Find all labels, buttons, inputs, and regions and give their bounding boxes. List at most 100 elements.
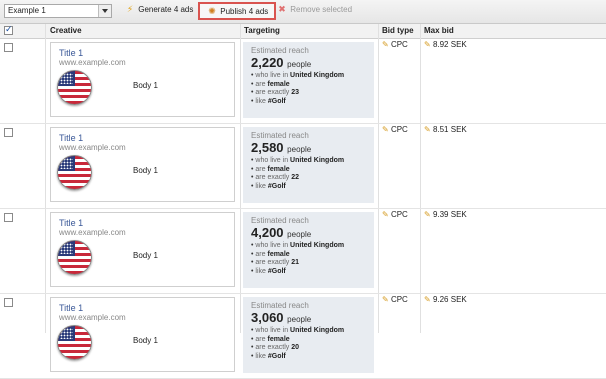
targeting-criteria-list: who live in United Kingdom are female ar… <box>251 242 344 276</box>
pencil-icon[interactable]: ✎ <box>382 40 389 49</box>
max-bid-cell[interactable]: ✎ 9.39 SEK <box>424 210 467 219</box>
ad-title[interactable]: Title 1 <box>59 48 83 58</box>
ad-creative[interactable]: Title 1 www.example.com Body 1 <box>50 212 235 287</box>
max-bid-value: 9.26 SEK <box>432 295 467 304</box>
example-select[interactable]: Example 1 <box>4 4 112 18</box>
ad-body: Body 1 <box>133 166 158 175</box>
targeting-location: who live in United Kingdom <box>251 72 344 81</box>
targeting-gender: are female <box>251 336 344 345</box>
ad-url: www.example.com <box>59 143 126 152</box>
estimated-reach-label: Estimated reach <box>251 301 309 310</box>
pencil-icon[interactable]: ✎ <box>382 210 389 219</box>
publish-ads-button[interactable]: ✺ Publish 4 ads <box>198 2 277 20</box>
targeting-gender: are female <box>251 166 344 175</box>
row-checkbox[interactable] <box>4 213 13 222</box>
estimated-reach-label: Estimated reach <box>251 131 309 140</box>
pencil-icon[interactable]: ✎ <box>424 210 431 219</box>
estimated-reach-value: 2,220 people <box>251 55 311 70</box>
ad-creative[interactable]: Title 1 www.example.com Body 1 <box>50 297 235 372</box>
targeting-criteria-list: who live in United Kingdom are female ar… <box>251 157 344 191</box>
pencil-icon[interactable]: ✎ <box>382 125 389 134</box>
targeting-interest: like #Golf <box>251 268 344 277</box>
targeting-interest: like #Golf <box>251 353 344 362</box>
bid-type-cell[interactable]: ✎ CPC <box>382 295 408 304</box>
max-bid-cell[interactable]: ✎ 8.51 SEK <box>424 125 467 134</box>
targeting-location: who live in United Kingdom <box>251 327 344 336</box>
ad-body: Body 1 <box>133 336 158 345</box>
column-header-creative: Creative <box>50 26 82 35</box>
generate-ads-label: Generate 4 ads <box>138 5 194 14</box>
targeting-panel: Estimated reach 2,580 people who live in… <box>243 127 374 203</box>
bid-type-cell[interactable]: ✎ CPC <box>382 125 408 134</box>
ad-title[interactable]: Title 1 <box>59 218 83 228</box>
ad-creative[interactable]: Title 1 www.example.com Body 1 <box>50 42 235 117</box>
reach-unit: people <box>287 145 312 154</box>
reach-number: 2,220 <box>251 55 284 70</box>
us-flag-image <box>57 70 92 105</box>
close-icon: ✖ <box>278 4 286 14</box>
reach-number: 4,200 <box>251 225 284 240</box>
pencil-icon[interactable]: ✎ <box>424 295 431 304</box>
select-all-checkbox[interactable] <box>4 24 13 35</box>
row-checkbox[interactable] <box>4 43 13 52</box>
targeting-panel: Estimated reach 4,200 people who live in… <box>243 212 374 288</box>
targeting-age: are exactly 23 <box>251 89 344 98</box>
estimated-reach-label: Estimated reach <box>251 216 309 225</box>
pencil-icon[interactable]: ✎ <box>424 125 431 134</box>
table-row: Title 1 www.example.com Body 1 Estimated… <box>0 294 606 379</box>
pencil-icon[interactable]: ✎ <box>424 40 431 49</box>
reach-unit: people <box>287 60 312 69</box>
bid-type-cell[interactable]: ✎ CPC <box>382 40 408 49</box>
ad-body: Body 1 <box>133 81 158 90</box>
ad-url: www.example.com <box>59 58 126 67</box>
estimated-reach-value: 4,200 people <box>251 225 311 240</box>
targeting-panel: Estimated reach 3,060 people who live in… <box>243 297 374 373</box>
estimated-reach-label: Estimated reach <box>251 46 309 55</box>
targeting-gender: are female <box>251 81 344 90</box>
us-flag-image <box>57 240 92 275</box>
table-row: Title 1 www.example.com Body 1 Estimated… <box>0 209 606 294</box>
estimated-reach-value: 3,060 people <box>251 310 311 325</box>
bid-type-value: CPC <box>390 295 408 304</box>
us-flag-image <box>57 325 92 360</box>
toolbar: Example 1 ⚡ Generate 4 ads ✺ Publish 4 a… <box>0 0 606 24</box>
targeting-panel: Estimated reach 2,220 people who live in… <box>243 42 374 118</box>
reach-number: 2,580 <box>251 140 284 155</box>
ad-creative[interactable]: Title 1 www.example.com Body 1 <box>50 127 235 202</box>
row-checkbox[interactable] <box>4 298 13 307</box>
ad-url: www.example.com <box>59 313 126 322</box>
publish-icon: ✺ <box>208 6 216 16</box>
targeting-location: who live in United Kingdom <box>251 242 344 251</box>
targeting-gender: are female <box>251 251 344 260</box>
example-select-value: Example 1 <box>8 6 46 15</box>
table-row: Title 1 www.example.com Body 1 Estimated… <box>0 39 606 124</box>
bid-type-cell[interactable]: ✎ CPC <box>382 210 408 219</box>
lightning-icon: ⚡ <box>126 4 134 14</box>
max-bid-value: 8.51 SEK <box>432 125 467 134</box>
targeting-interest: like #Golf <box>251 183 344 192</box>
targeting-location: who live in United Kingdom <box>251 157 344 166</box>
ad-title[interactable]: Title 1 <box>59 303 83 313</box>
bid-type-value: CPC <box>390 40 408 49</box>
chevron-down-icon[interactable] <box>98 5 111 17</box>
ad-url: www.example.com <box>59 228 126 237</box>
bid-type-value: CPC <box>390 125 408 134</box>
max-bid-cell[interactable]: ✎ 9.26 SEK <box>424 295 467 304</box>
targeting-age: are exactly 20 <box>251 344 344 353</box>
generate-ads-button[interactable]: ⚡ Generate 4 ads <box>124 4 194 19</box>
column-header-targeting: Targeting <box>244 26 280 35</box>
max-bid-value: 9.39 SEK <box>432 210 467 219</box>
max-bid-value: 8.92 SEK <box>432 40 467 49</box>
remove-selected-button[interactable]: ✖ Remove selected <box>276 4 352 19</box>
us-flag-image <box>57 155 92 190</box>
table-header: Creative Targeting Bid type Max bid <box>0 24 606 39</box>
max-bid-cell[interactable]: ✎ 8.92 SEK <box>424 40 467 49</box>
remove-selected-label: Remove selected <box>290 5 353 14</box>
table-row: Title 1 www.example.com Body 1 Estimated… <box>0 124 606 209</box>
targeting-criteria-list: who live in United Kingdom are female ar… <box>251 72 344 106</box>
reach-number: 3,060 <box>251 310 284 325</box>
pencil-icon[interactable]: ✎ <box>382 295 389 304</box>
row-checkbox[interactable] <box>4 128 13 137</box>
ad-title[interactable]: Title 1 <box>59 133 83 143</box>
reach-unit: people <box>287 230 312 239</box>
